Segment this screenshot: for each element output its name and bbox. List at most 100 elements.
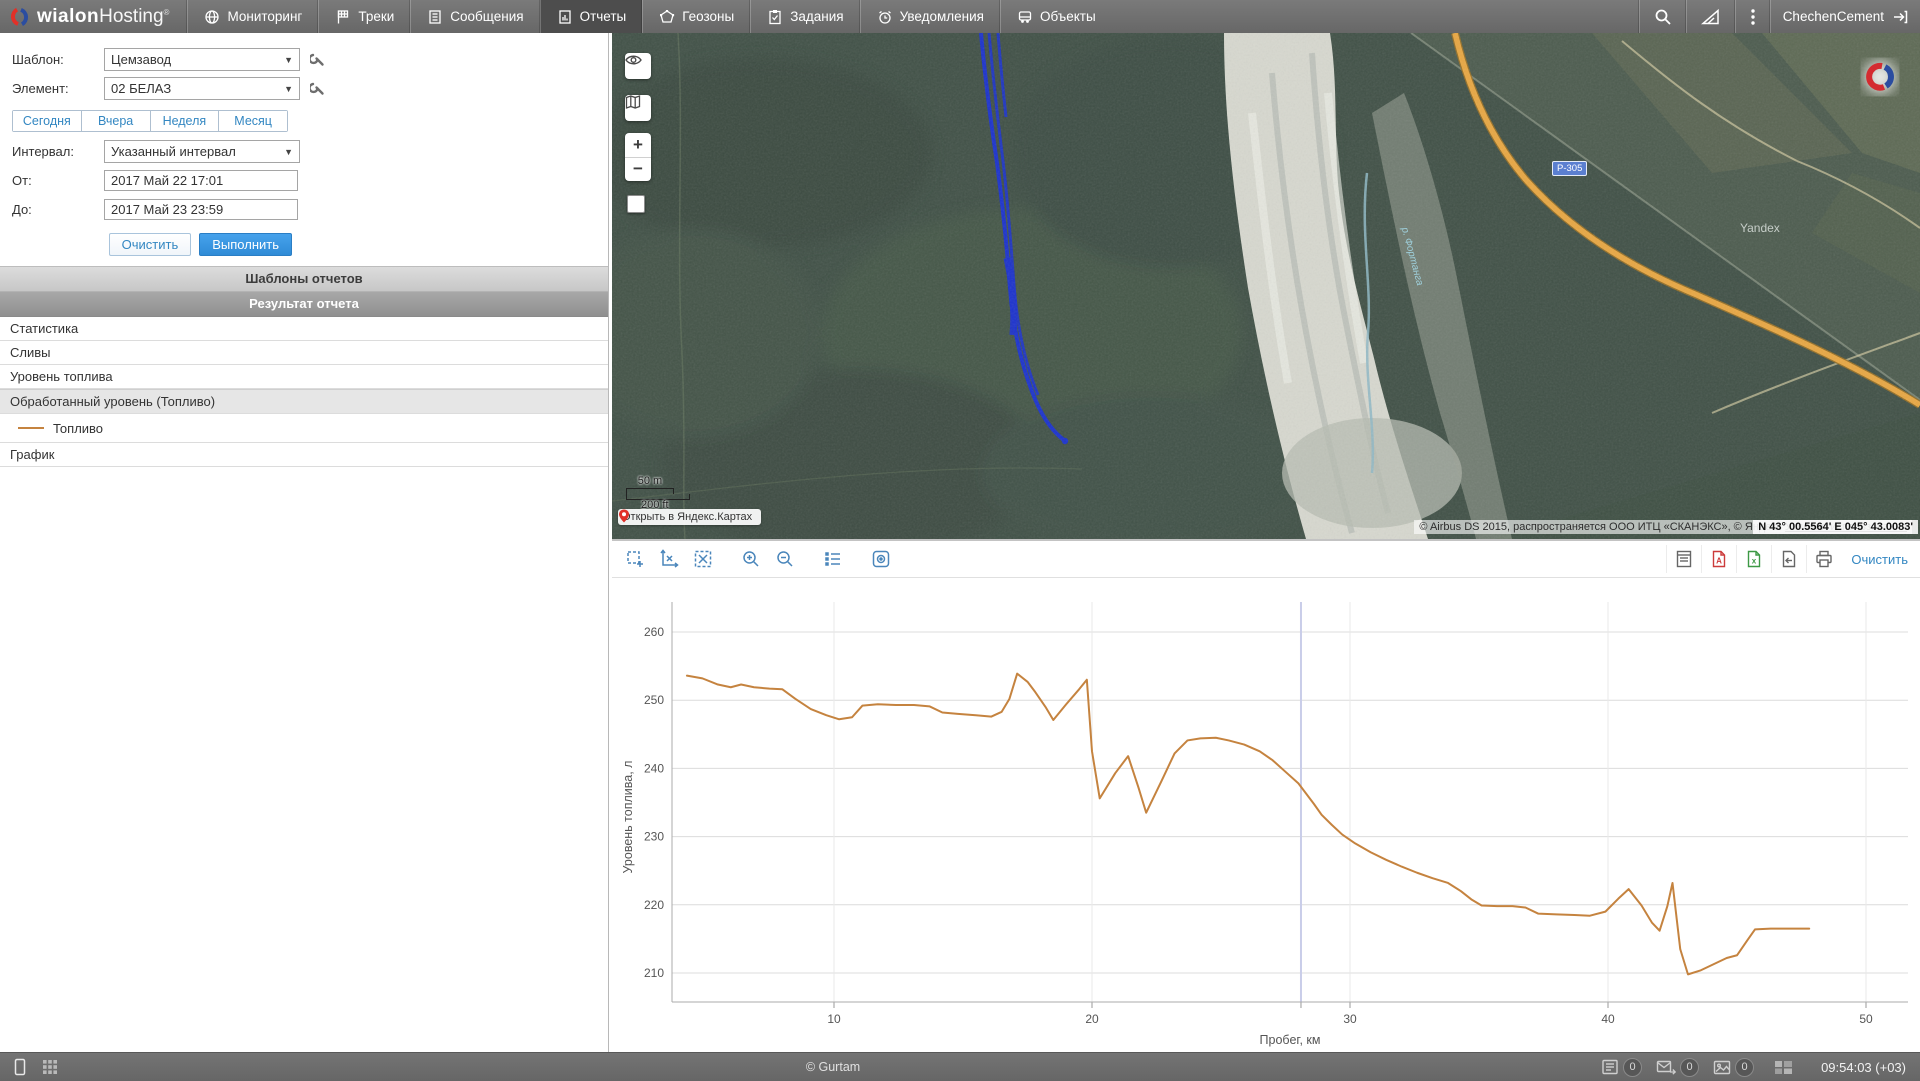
nav-item-messages[interactable]: Сообщения [410,0,539,33]
gurtam-copyright: © Gurtam [806,1060,860,1074]
svg-text:260: 260 [644,625,664,639]
mobile-view-icon[interactable] [14,1058,26,1076]
unit-settings-button[interactable] [310,81,325,96]
reports-counter[interactable]: 0 [1601,1058,1642,1077]
template-select[interactable]: Цемзавод▼ [104,48,300,71]
section-report-templates[interactable]: Шаблоны отчетов [0,266,608,292]
tooltip-marker-button[interactable] [866,545,896,573]
visibility-button[interactable] [625,53,651,79]
chart-clear-link[interactable]: Очистить [1851,552,1908,567]
chart-legend-item-fuel[interactable]: Топливо [0,414,608,443]
result-item-chart[interactable]: График [0,443,608,467]
wrench-icon [310,52,325,67]
messages-count-badge: 0 [1680,1058,1699,1077]
export-xls-button[interactable]: x [1736,545,1771,573]
flag-icon [335,9,351,25]
unit-select[interactable]: 02 БЕЛАЗ▼ [104,77,300,100]
zoom-out-button[interactable]: − [625,158,651,182]
svg-text:10: 10 [827,1012,841,1026]
nav-item-reports[interactable]: Отчеты [540,0,643,33]
template-row: Шаблон: Цемзавод▼ [12,45,608,74]
nav-item-geofences[interactable]: Геозоны [642,0,750,33]
zoom-reset-button[interactable] [688,545,718,573]
clear-button[interactable]: Очистить [109,233,192,256]
map-mini-checkbox[interactable] [627,195,645,213]
tab-today[interactable]: Сегодня [13,111,81,131]
tab-week[interactable]: Неделя [150,111,219,131]
map-scale: 50 m 200 ft [626,488,690,500]
print-button[interactable] [1806,545,1841,573]
eye-icon [625,53,642,67]
more-menu-button[interactable] [1735,0,1770,33]
to-date-input[interactable] [104,199,298,220]
ruler-icon [1701,8,1721,26]
section-report-result[interactable]: Результат отчета [0,292,608,317]
user-menu[interactable]: ChechenCement [1770,0,1920,33]
chart-zoom-out-button[interactable] [770,545,800,573]
apps-table-icon[interactable] [1774,1060,1793,1075]
media-status-icon [1713,1060,1731,1075]
svg-text:30: 30 [1343,1012,1357,1026]
legend-list-icon [823,549,843,569]
result-item-fuel-level[interactable]: Уровень топлива [0,365,608,389]
print-icon [1814,549,1834,569]
from-row: От: [12,166,608,195]
nav-item-monitoring[interactable]: Мониторинг [187,0,318,33]
map-layers-icon [625,95,641,109]
execute-button[interactable]: Выполнить [199,233,292,256]
logo-text-primary: wialon [37,6,99,27]
wialon-logo[interactable]: wialonHosting® [0,0,187,33]
report-panel: Шаблон: Цемзавод▼ Элемент: 02 БЕЛАЗ▼ Сег… [0,33,609,1052]
quick-interval-tabs: Сегодня Вчера Неделя Месяц [12,110,288,132]
chart-toolbar: A x Очистить [612,541,1920,578]
open-in-yandex-button[interactable]: Открыть в Яндекс.Картах [618,509,761,525]
export-pdf-icon: A [1709,549,1729,569]
legend-toggle-button[interactable] [818,545,848,573]
zoom-area-button[interactable] [620,545,650,573]
tab-yesterday[interactable]: Вчера [81,111,150,131]
chart-zoom-in-button[interactable] [736,545,766,573]
legend-swatch [18,427,44,429]
map-layers-button[interactable] [625,95,651,121]
map-canvas[interactable]: + − 50 m 200 ft Открыть в Яндекс.Картах … [612,33,1920,539]
result-item-processed-fuel-level[interactable]: Обработанный уровень (Топливо) [0,389,608,414]
svg-text:40: 40 [1601,1012,1615,1026]
svg-text:210: 210 [644,966,664,980]
nav-item-notifications[interactable]: Уведомления [860,0,1000,33]
svg-text:230: 230 [644,830,664,844]
svg-text:220: 220 [644,898,664,912]
result-item-thefts[interactable]: Сливы [0,341,608,365]
result-item-statistics[interactable]: Статистика [0,317,608,341]
search-button[interactable] [1639,0,1686,33]
zoom-area-icon [625,549,645,569]
export-pdf-button[interactable]: A [1701,545,1736,573]
alarm-icon [877,9,893,25]
search-icon [1654,8,1672,26]
tab-month[interactable]: Месяц [218,111,287,131]
reports-icon [557,9,573,25]
yandex-watermark: Yandex [1740,221,1780,235]
nav-item-jobs[interactable]: Задания [750,0,859,33]
svg-text:50: 50 [1859,1012,1873,1026]
messages-counter[interactable]: 0 [1656,1058,1699,1077]
template-settings-button[interactable] [310,52,325,67]
nav-item-units[interactable]: Объекты [1000,0,1112,33]
zoom-x-axis-button[interactable] [654,545,684,573]
legend-label: Топливо [53,421,103,436]
from-date-input[interactable] [104,170,298,191]
unit-row: Элемент: 02 БЕЛАЗ▼ [12,74,608,103]
tools-button[interactable] [1686,0,1735,33]
action-buttons: Очистить Выполнить [12,233,292,256]
export-file-button[interactable] [1771,545,1806,573]
scale-meters: 50 m [635,475,665,487]
zoom-in-button[interactable]: + [625,133,651,158]
interval-select[interactable]: Указанный интервал▼ [104,140,300,163]
apps-grid-icon[interactable] [42,1059,58,1075]
media-counter[interactable]: 0 [1713,1058,1754,1077]
zoom-x-icon [659,549,679,569]
report-table-icon [1674,549,1694,569]
to-row: До: [12,195,608,224]
nav-item-tracks[interactable]: Треки [318,0,410,33]
zoom-out-icon [775,549,795,569]
report-table-button[interactable] [1666,545,1701,573]
